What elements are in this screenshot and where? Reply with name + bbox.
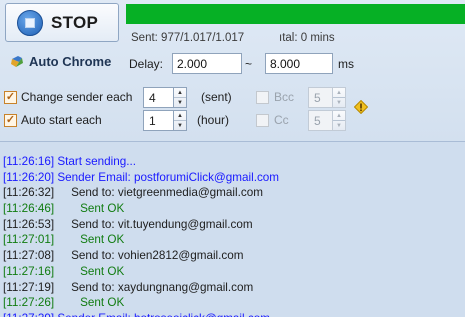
sent-count: Sent: 977/1.017/1.017: [131, 32, 245, 44]
delay-separator: ~: [245, 57, 253, 71]
spin-up-icon[interactable]: ▲: [174, 88, 186, 97]
warning-icon[interactable]: [354, 100, 368, 114]
log-message: Sender Email: postforumiClick@gmail.com: [54, 170, 280, 184]
cc-stepper[interactable]: 5 ▲ ▼: [308, 110, 346, 131]
log-line: [11:27:01] Sent OK: [3, 232, 465, 248]
bcc-checkbox[interactable]: [256, 91, 269, 104]
cc-value[interactable]: 5: [308, 110, 332, 131]
auto-start-value[interactable]: 1: [143, 110, 173, 131]
log-line: [11:27:08] Send to: vohien2812@gmail.com: [3, 248, 465, 264]
log-line: [11:27:16] Sent OK: [3, 264, 465, 280]
log-message: Send to: xaydungnang@gmail.com: [71, 280, 254, 294]
auto-chrome-label: Auto Chrome: [29, 54, 112, 69]
send-log[interactable]: [11:26:16] Start sending... [11:26:20] Se…: [0, 141, 465, 317]
cc-label: Cc: [274, 113, 289, 127]
sending-progress-bar: [126, 4, 465, 24]
log-timestamp: [11:26:32]: [3, 186, 55, 200]
log-timestamp: [11:27:16]: [3, 264, 55, 278]
cc-checkbox[interactable]: [256, 114, 269, 127]
log-line: [11:27:26] Sent OK: [3, 295, 465, 311]
spin-down-icon[interactable]: ▼: [333, 97, 345, 107]
change-sender-stepper[interactable]: 4 ▲ ▼: [143, 87, 187, 108]
log-line: [11:27:39] Sender Email: hotroseoiclick@…: [3, 311, 465, 317]
log-timestamp: [11:26:53]: [3, 217, 55, 231]
change-sender-unit: (sent): [201, 90, 232, 104]
log-line: [11:26:16] Start sending...: [3, 154, 465, 170]
settings-panel: STOP Sent: 977/1.017/1.017 ıtal: 0 mins …: [0, 0, 465, 141]
spin-up-icon[interactable]: ▲: [333, 88, 345, 97]
log-timestamp: [11:27:08]: [3, 249, 55, 263]
log-timestamp: [11:26:20]: [3, 170, 55, 184]
spin-down-icon[interactable]: ▼: [333, 120, 345, 130]
chrome-icon: [10, 55, 24, 68]
log-line: [11:27:19] Send to: xaydungnang@gmail.com: [3, 280, 465, 296]
delay-to-input[interactable]: 8.000: [265, 53, 333, 74]
delay-from-input[interactable]: 2.000: [172, 53, 242, 74]
spin-up-icon[interactable]: ▲: [174, 111, 186, 120]
log-message: Sent OK: [80, 264, 125, 278]
bcc-stepper[interactable]: 5 ▲ ▼: [308, 87, 346, 108]
log-timestamp: [11:27:26]: [3, 296, 55, 310]
log-message: Sent OK: [80, 202, 125, 216]
log-timestamp: [11:27:39]: [3, 311, 54, 317]
log-message: Sent OK: [80, 296, 125, 310]
change-sender-label: Change sender each: [21, 90, 133, 104]
spin-down-icon[interactable]: ▼: [174, 120, 186, 130]
auto-start-checkbox[interactable]: ✓: [4, 114, 17, 127]
log-message: Start sending...: [54, 155, 136, 168]
stop-button-label: STOP: [51, 12, 99, 32]
log-timestamp: [11:26:46]: [3, 202, 55, 216]
auto-chrome-toggle[interactable]: Auto Chrome: [10, 54, 111, 69]
log-message: Sent OK: [80, 233, 125, 247]
change-sender-value[interactable]: 4: [143, 87, 173, 108]
log-message: Send to: vit.tuyendung@gmail.com: [71, 217, 253, 231]
log-timestamp: [11:27:01]: [3, 233, 55, 247]
auto-start-unit: (hour): [197, 113, 230, 127]
spin-up-icon[interactable]: ▲: [333, 111, 345, 120]
log-message: Send to: vohien2812@gmail.com: [71, 249, 244, 263]
log-line: [11:26:53] Send to: vit.tuyendung@gmail.c…: [3, 217, 465, 233]
spin-down-icon[interactable]: ▼: [174, 97, 186, 107]
bcc-value[interactable]: 5: [308, 87, 332, 108]
log-line: [11:26:32] Send to: vietgreenmedia@gmail.…: [3, 185, 465, 201]
log-timestamp: [11:26:16]: [3, 155, 55, 168]
delay-unit: ms: [338, 57, 354, 71]
change-sender-checkbox[interactable]: ✓: [4, 91, 17, 104]
delay-label: Delay:: [129, 57, 164, 71]
total-time: ıtal: 0 mins: [279, 32, 335, 44]
stop-button[interactable]: STOP: [5, 3, 119, 42]
log-message: Send to: vietgreenmedia@gmail.com: [71, 186, 263, 200]
stop-icon: [17, 9, 43, 36]
log-line: [11:26:20] Sender Email: postforumiClick…: [3, 170, 465, 186]
log-message: Sender Email: hotroseoiclick@gmail.com: [54, 311, 270, 317]
log-line: [11:26:46] Sent OK: [3, 201, 465, 217]
auto-start-label: Auto start each: [21, 113, 102, 127]
auto-start-stepper[interactable]: 1 ▲ ▼: [143, 110, 187, 131]
log-timestamp: [11:27:19]: [3, 280, 55, 294]
bcc-label: Bcc: [274, 90, 295, 104]
